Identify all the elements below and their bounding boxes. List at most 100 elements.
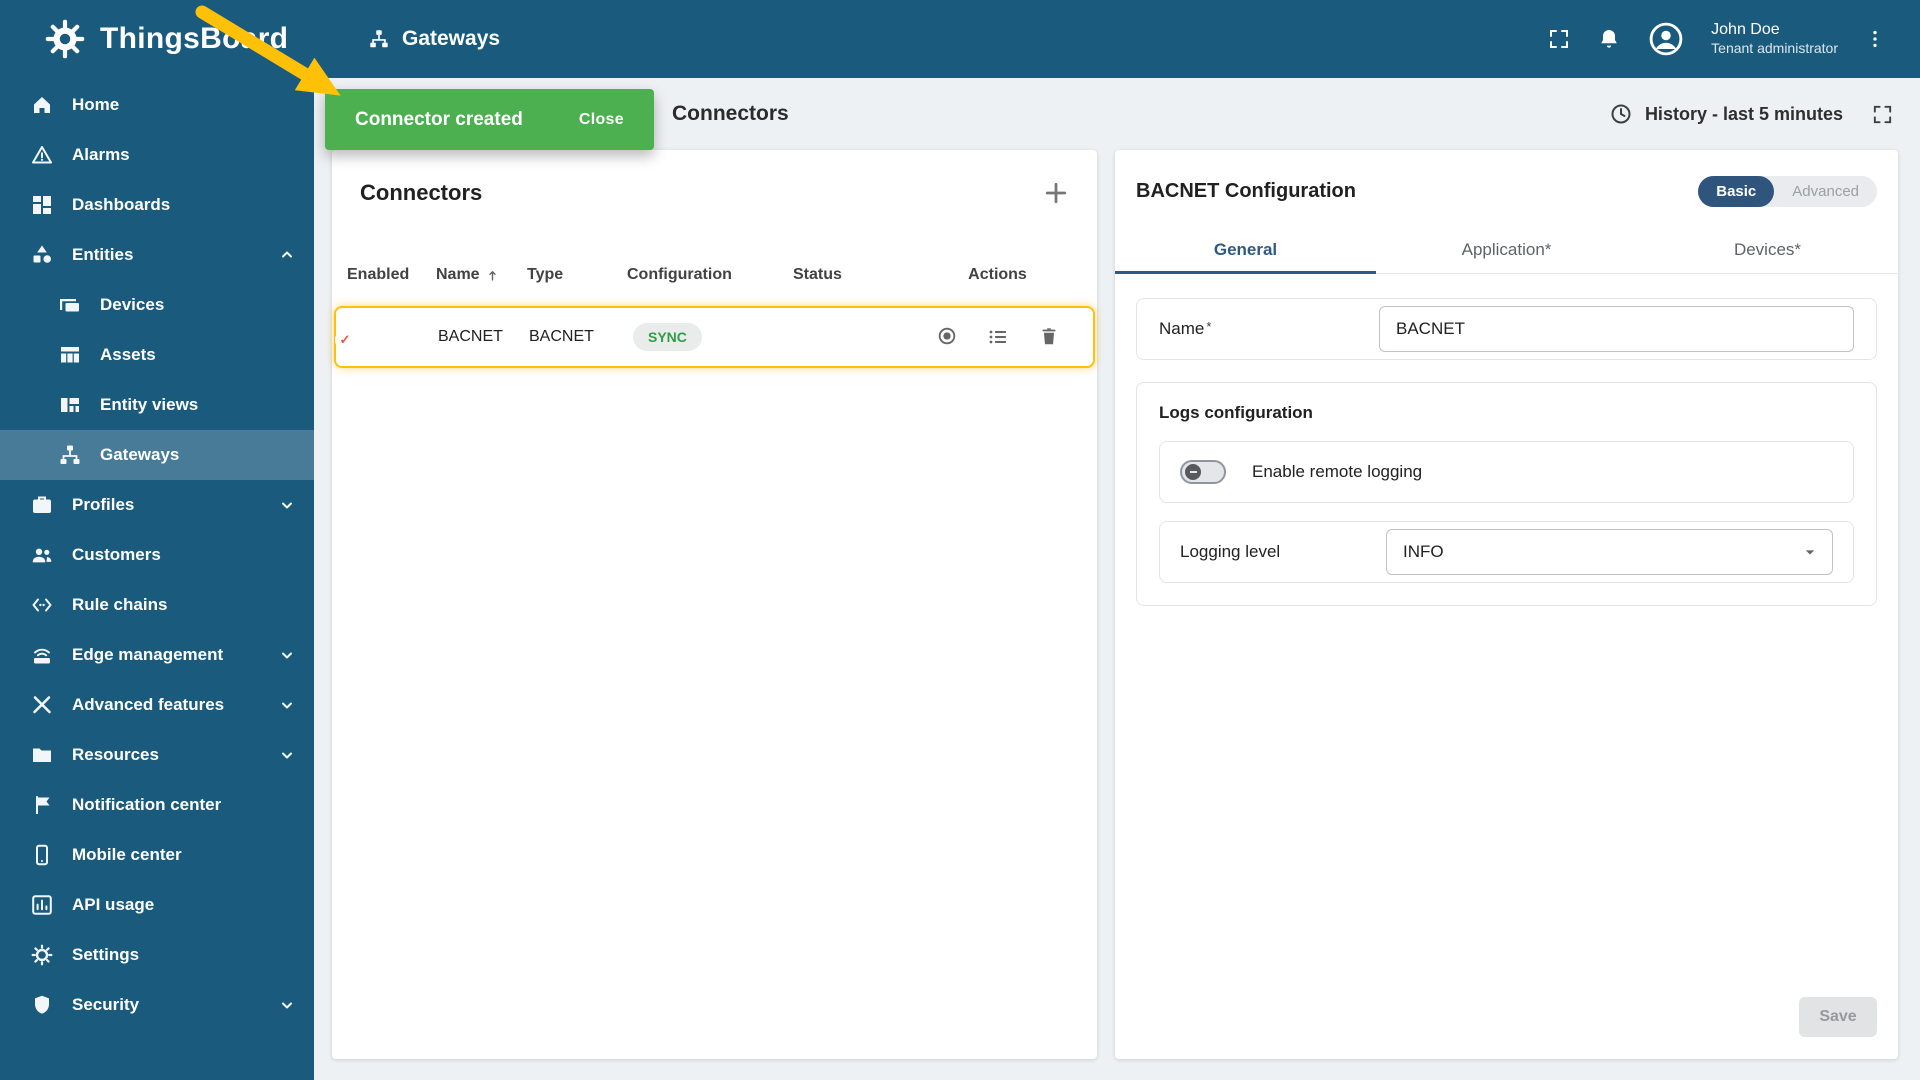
- sidebar-item-assets[interactable]: Assets: [0, 330, 314, 380]
- settings-gear-icon: [31, 944, 53, 966]
- more-vert-icon[interactable]: [1864, 28, 1886, 50]
- profiles-icon: [33, 496, 51, 513]
- page-title: Gateways: [368, 27, 500, 51]
- entities-icon: [33, 245, 51, 263]
- tab-devices[interactable]: Devices*: [1637, 225, 1898, 273]
- sidebar-item-devices[interactable]: Devices: [0, 280, 314, 330]
- rpc-icon[interactable]: [936, 325, 958, 349]
- main-content: Connectors History - last 5 minutes Conn…: [314, 78, 1920, 1080]
- user-role: Tenant administrator: [1711, 40, 1838, 57]
- select-caret-icon: [1800, 542, 1820, 562]
- sidebar-item-settings[interactable]: Settings: [0, 930, 314, 980]
- sidebar: Home Alarms Dashboards Entities Devices …: [0, 78, 314, 1080]
- toast-message: Connector created: [355, 108, 523, 130]
- clock-icon: [1611, 104, 1631, 124]
- save-button[interactable]: Save: [1799, 997, 1877, 1037]
- sidebar-item-gateways[interactable]: Gateways: [0, 430, 314, 480]
- configuration-sync-chip: SYNC: [633, 323, 702, 351]
- advanced-mode-button[interactable]: Advanced: [1774, 176, 1877, 207]
- advanced-features-tools-icon: [33, 696, 51, 714]
- connectors-card: Connectors Enabled Name Type Configurati…: [332, 150, 1097, 1059]
- delete-connector-trash-icon[interactable]: [1038, 325, 1060, 349]
- sidebar-item-entity-views[interactable]: Entity views: [0, 380, 314, 430]
- logging-level-select[interactable]: INFO: [1386, 529, 1833, 575]
- connector-row-bacnet[interactable]: ✓ BACNET BACNET SYNC: [334, 306, 1095, 368]
- remote-logging-row: Enable remote logging: [1159, 441, 1854, 503]
- history-range[interactable]: History - last 5 minutes: [1609, 102, 1920, 126]
- notifications-bell-icon[interactable]: [1597, 27, 1621, 51]
- chevron-up-icon: [282, 251, 292, 258]
- edge-management-icon: [34, 648, 50, 664]
- dashboard-fullscreen-icon[interactable]: [1871, 103, 1894, 126]
- logo-gear-icon: [45, 19, 85, 59]
- user-name: John Doe: [1711, 21, 1780, 39]
- sidebar-item-mobile-center[interactable]: Mobile center: [0, 830, 314, 880]
- connector-logs-list-icon[interactable]: [986, 325, 1010, 349]
- sidebar-item-rule-chains[interactable]: Rule chains: [0, 580, 314, 630]
- sidebar-item-api-usage[interactable]: API usage: [0, 880, 314, 930]
- chevron-down-icon: [282, 502, 292, 509]
- notification-center-flag-icon: [36, 796, 50, 814]
- chevron-down-icon: [282, 752, 292, 759]
- connector-name-input[interactable]: [1379, 306, 1854, 352]
- connector-name: BACNET: [438, 328, 503, 345]
- sidebar-item-notification-center[interactable]: Notification center: [0, 780, 314, 830]
- sidebar-item-home[interactable]: Home: [0, 80, 314, 130]
- app-title: ThingsBoard: [100, 22, 289, 55]
- bacnet-configuration-card: BACNET Configuration Basic Advanced Gene…: [1115, 150, 1898, 1059]
- required-marker: *: [1206, 319, 1212, 334]
- customers-icon: [32, 548, 52, 563]
- mobile-center-phone-icon: [36, 844, 48, 866]
- user-info: John Doe Tenant administrator: [1711, 20, 1838, 58]
- tab-application[interactable]: Application*: [1376, 225, 1637, 273]
- user-avatar[interactable]: [1647, 20, 1685, 58]
- basic-advanced-toggle: Basic Advanced: [1698, 176, 1877, 207]
- fullscreen-icon[interactable]: [1547, 27, 1571, 51]
- sort-ascending-icon: [488, 270, 496, 281]
- assets-icon: [61, 347, 79, 363]
- rule-chains-icon: [32, 598, 52, 612]
- breadcrumb: Connectors: [672, 102, 789, 125]
- sidebar-item-profiles[interactable]: Profiles: [0, 480, 314, 530]
- chevron-down-icon: [282, 652, 292, 659]
- chevron-down-icon: [282, 702, 292, 709]
- entity-views-icon: [61, 398, 79, 412]
- configuration-tabs: General Application* Devices*: [1115, 225, 1898, 274]
- toast-connector-created: Connector created Close: [325, 89, 654, 150]
- configuration-title: BACNET Configuration: [1136, 180, 1356, 202]
- sidebar-item-entities[interactable]: Entities: [0, 230, 314, 280]
- connectors-card-title: Connectors: [360, 180, 483, 205]
- app-logo[interactable]: ThingsBoard: [0, 18, 314, 60]
- column-configuration: Configuration: [627, 266, 732, 283]
- connector-type: BACNET: [529, 328, 594, 345]
- tab-general[interactable]: General: [1115, 225, 1376, 274]
- logging-level-label: Logging level: [1180, 542, 1281, 561]
- page-title-label: Gateways: [402, 27, 501, 50]
- remote-logging-label: Enable remote logging: [1252, 462, 1423, 481]
- sidebar-item-advanced-features[interactable]: Advanced features: [0, 680, 314, 730]
- sidebar-item-resources[interactable]: Resources: [0, 730, 314, 780]
- column-enabled: Enabled: [347, 266, 410, 283]
- column-type: Type: [527, 266, 564, 283]
- chevron-down-icon: [282, 1002, 292, 1009]
- sidebar-item-edge-management[interactable]: Edge management: [0, 630, 314, 680]
- logs-configuration-section: Logs configuration Enable remote logging…: [1136, 382, 1877, 606]
- toggle-dash: [1189, 471, 1197, 473]
- toggle-check: ✓: [335, 330, 355, 350]
- security-shield-icon: [35, 995, 49, 1014]
- toast-close-button[interactable]: Close: [579, 111, 624, 129]
- connector-actions: [915, 325, 1080, 349]
- sidebar-item-customers[interactable]: Customers: [0, 530, 314, 580]
- logging-level-row: Logging level INFO: [1159, 521, 1854, 583]
- history-label: History - last 5 minutes: [1644, 103, 1843, 124]
- dashboards-icon: [33, 196, 51, 214]
- api-usage-chart-icon: [32, 895, 52, 915]
- sidebar-item-dashboards[interactable]: Dashboards: [0, 180, 314, 230]
- remote-logging-toggle[interactable]: [1180, 460, 1226, 484]
- basic-mode-button[interactable]: Basic: [1698, 176, 1775, 207]
- sidebar-item-security[interactable]: Security: [0, 980, 314, 1030]
- add-connector-button[interactable]: [1041, 178, 1071, 208]
- sidebar-item-alarms[interactable]: Alarms: [0, 130, 314, 180]
- name-field-label: Name *: [1159, 319, 1212, 338]
- column-name[interactable]: Name: [436, 266, 527, 284]
